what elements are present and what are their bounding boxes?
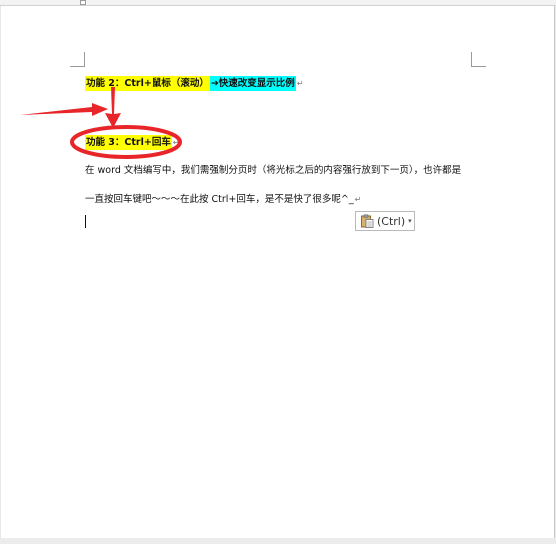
paragraph-mark: ↵ (354, 195, 362, 204)
body-paragraph-line-2[interactable]: 一直按回车键吧～～～在此按 Ctrl+回车，是不是快了很多呢^_↵ (85, 192, 361, 208)
highlighted-text-yellow: 功能 2：Ctrl+鼠标（滚动） (85, 76, 210, 91)
paragraph-mark: ↵ (172, 138, 180, 147)
heading-function-3[interactable]: 功能 3：Ctrl+回车 ↵ (85, 135, 180, 151)
chevron-down-icon: ▾ (408, 217, 412, 225)
paragraph-mark: ↵ (296, 79, 304, 88)
body-text: 一直按回车键吧～～～在此按 Ctrl+回车，是不是快了很多呢^_ (85, 194, 354, 205)
paste-options-label: (Ctrl) (377, 214, 406, 228)
bottom-margin (0, 538, 556, 544)
body-text: 在 word 文档编写中，我们需强制分页时（将光标之后的内容强行放到下一页），也… (85, 165, 462, 176)
ruler-indent-marker[interactable] (80, 0, 86, 5)
highlighted-heading: 功能 3：Ctrl+回车 (85, 135, 172, 150)
paste-options-button[interactable]: (Ctrl) ▾ (355, 211, 415, 231)
crop-mark-top-left (70, 52, 85, 67)
text-cursor (85, 215, 86, 228)
highlighted-text-cyan: ➔快速改变显示比例 (209, 76, 296, 91)
clipboard-icon (361, 214, 374, 228)
body-paragraph-line-1[interactable]: 在 word 文档编写中，我们需强制分页时（将光标之后的内容强行放到下一页），也… (85, 163, 461, 179)
heading-function-2[interactable]: 功能 2：Ctrl+鼠标（滚动） ➔快速改变显示比例 ↵ (85, 76, 304, 92)
crop-mark-top-right (471, 52, 486, 67)
